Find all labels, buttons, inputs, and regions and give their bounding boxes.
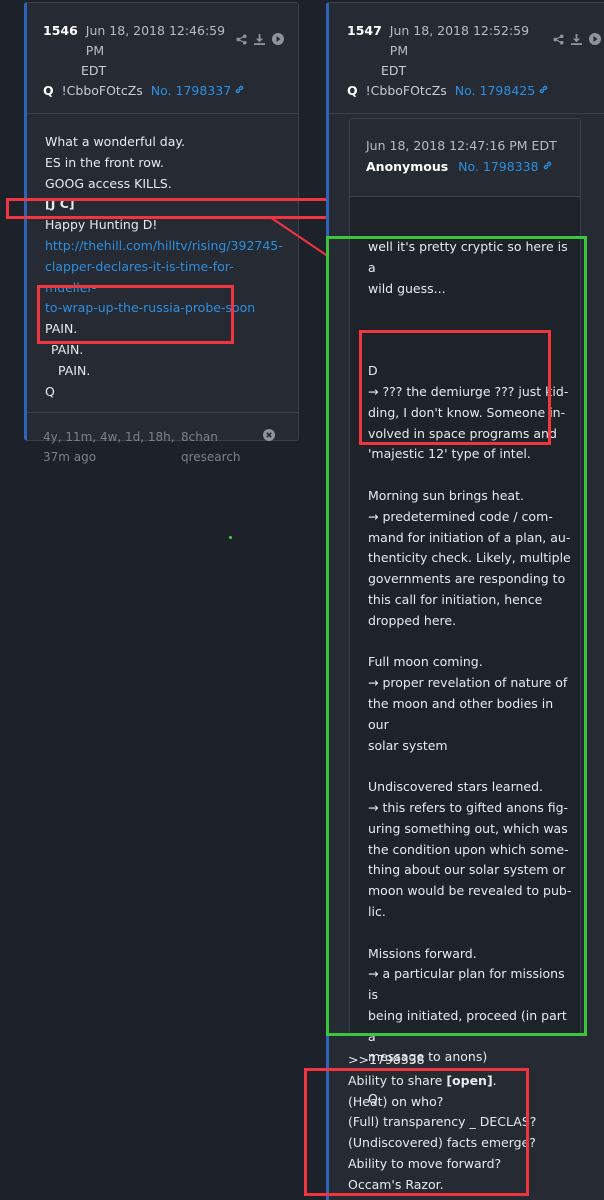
quoted-paragraph: Full moon coming. → proper revelation of… [368,652,572,756]
post-author: Q [347,83,358,98]
quoted-line: Morning sun brings heat. [368,487,524,503]
reply-line: Ability to move forward? [348,1155,502,1171]
reply-bold: [open] [446,1072,493,1088]
quoted-line: solar system [368,737,448,753]
post-header: 1547 Jun 18, 2018 12:52:59 PM EDT Q !Cbb… [329,3,604,101]
quoted-post-ref[interactable]: No. 1798338 [458,157,538,177]
quoted-line: dropped here. [368,612,457,628]
link-icon[interactable] [542,157,553,177]
post-date-tz: EDT [381,63,407,78]
quoted-line: Full moon coming. [368,654,483,670]
quoted-line: governments are responding to [368,571,566,587]
quoted-line: → proper revelation of nature of [368,675,568,691]
quoted-line: being initiated, proceed (in part a [368,1007,567,1044]
quoted-line: ding, I don't know. Someone in- [368,404,566,420]
post-ref-link[interactable]: No. 1798425 [455,81,535,101]
quoted-line: thenticity check. Likely, multiple [368,550,571,566]
quoted-line: this call for initiation, hence [368,591,543,607]
reply-text: . [492,1072,497,1088]
download-icon[interactable] [570,31,583,51]
quoted-line: the condition upon which some- [368,841,569,857]
quoted-post-date: Jun 18, 2018 12:47:16 PM EDT [366,138,557,153]
quoted-post-header: Jun 18, 2018 12:47:16 PM EDT Anonymous N… [350,119,580,197]
quoted-line: 'majestic 12' type of intel. [368,446,531,462]
post-tripcode: !CbboFOtcZs [365,83,447,98]
quoted-line: mand for initiation of a plan, au- [368,529,571,545]
quoted-line: uring something out, which was [368,820,568,836]
quoted-line: the moon and other bodies in our [368,695,554,732]
quoted-line: moon would be revealed to pub- [368,883,572,899]
arrow-right-circle-icon[interactable] [588,31,601,51]
quoted-line: D [368,363,378,379]
quoted-line: → this refers to gifted anons fig- [368,799,569,815]
reply-line: Ability to share [open]. [348,1071,588,1092]
quoted-line: Missions forward. [368,945,477,961]
quoted-paragraph: D → ??? the demiurge ??? just kid- ding,… [368,361,572,465]
post-actions [552,21,601,61]
quoted-line: wild guess... [368,280,446,296]
quoted-post-author: Anonymous [366,159,449,174]
quoted-post: Jun 18, 2018 12:47:16 PM EDT Anonymous N… [349,118,581,1106]
share-icon[interactable] [552,31,565,51]
quoted-paragraph: Morning sun brings heat. → predetermined… [368,486,572,632]
reply-line: (Heat) on who? [348,1093,444,1109]
post-date: Jun 18, 2018 12:52:59 PM [389,23,530,58]
quoted-post-body: well it's pretty cryptic so here is a wi… [350,197,580,1110]
green-dot [229,536,232,539]
quoted-paragraph: well it's pretty cryptic so here is a wi… [368,237,572,299]
post-1547-reply: >>1798338 Ability to share [open]. (Heat… [348,1050,588,1196]
quoted-line: thing about our solar system or [368,862,566,878]
quoted-line: → a particular plan for missions is [368,966,565,1003]
quoted-line: → ??? the demiurge ??? just kid- [368,383,569,399]
quoted-paragraph: Undiscovered stars learned. → this refer… [368,777,572,923]
reply-line: Occam's Razor. [348,1176,444,1192]
quoted-line: volved in space programs and [368,425,557,441]
reply-text: Ability to share [348,1072,447,1088]
quoted-line: lic. [368,903,386,919]
reply-backlink[interactable]: >>1798338 [348,1050,588,1071]
link-icon[interactable] [538,81,549,101]
reply-line: (Full) transparency _ DECLAS? [348,1114,537,1130]
quoted-line: well it's pretty cryptic so here is a [368,239,568,275]
quoted-line: → predetermined code / com- [368,508,553,524]
quoted-line: Undiscovered stars learned. [368,779,544,795]
reply-line: (Undiscovered) facts emerge? [348,1135,536,1151]
post-number[interactable]: 1547 [347,21,382,61]
